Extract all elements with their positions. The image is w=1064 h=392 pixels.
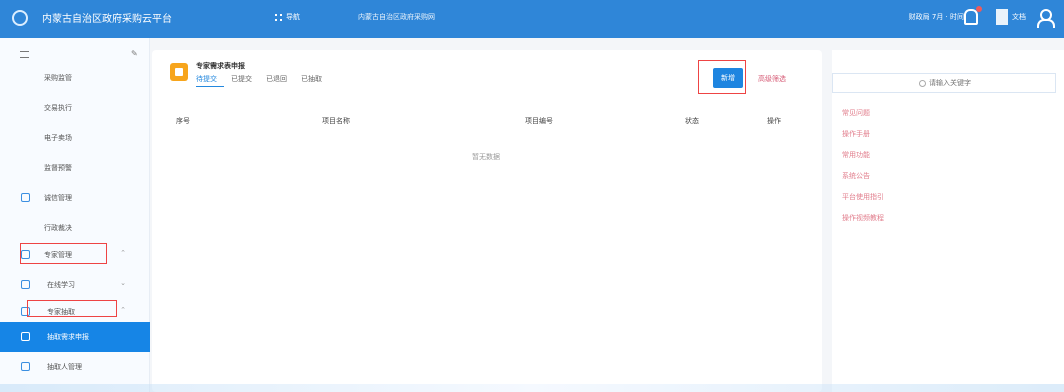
quick-link-item[interactable]: 常用功能 (842, 150, 884, 171)
new-button[interactable]: 新增 (713, 68, 743, 88)
sidebar-item-warning[interactable]: 监督预警 (0, 153, 150, 183)
sidebar-item-label: 电子卖场 (44, 134, 72, 142)
sidebar-item-procurement[interactable]: 采购监管 (0, 63, 150, 93)
column-project-name: 项目名称 (322, 117, 350, 125)
right-panel: 常见问题 操作手册 常用功能 系统公告 平台使用指引 操作视频教程 (832, 50, 1064, 392)
tab-pending[interactable]: 待提交 (196, 74, 217, 84)
sidebar-item-demand-declaration[interactable]: 抽取需求申报 (0, 322, 150, 352)
sidebar-item-label: 行政裁决 (44, 224, 72, 232)
column-status: 状态 (685, 117, 699, 125)
quick-link-item[interactable]: 系统公告 (842, 171, 884, 192)
quick-link-item[interactable]: 平台使用指引 (842, 192, 884, 213)
search-box (832, 73, 1056, 93)
sidebar-item-online-learning[interactable]: 在线学习 ⌄ (0, 270, 150, 300)
chevron-down-icon: ⌄ (120, 279, 126, 287)
sidebar: ✎ 采购监管 交易执行 电子卖场 监督预警 诚信管理 行政裁决 专家管理 ⌃ 在线… (0, 38, 150, 392)
document-label: 文档 (1012, 13, 1026, 21)
grid-icon (275, 13, 282, 21)
document-icon[interactable] (996, 9, 1008, 25)
sidebar-item-transaction[interactable]: 交易执行 (0, 93, 150, 123)
sidebar-item-label: 抽取人管理 (47, 363, 82, 371)
sidebar-item-label: 交易执行 (44, 104, 72, 112)
chevron-up-icon: ⌃ (120, 306, 126, 314)
annotation-box (27, 300, 117, 317)
menu-icon[interactable] (20, 51, 29, 58)
scan-artifact (0, 384, 1064, 392)
column-actions: 操作 (767, 117, 781, 125)
apps-menu-button[interactable]: 导航 (275, 12, 300, 22)
top-bar: 内蒙古自治区政府采购云平台 导航 内蒙古自治区政府采购网 财政局 7月 · 时间… (0, 0, 1064, 38)
sidebar-item-mall[interactable]: 电子卖场 (0, 123, 150, 153)
sidebar-item-credit[interactable]: 诚信管理 (0, 183, 150, 213)
tab-extracted[interactable]: 已抽取 (301, 74, 322, 84)
credit-icon (21, 193, 30, 202)
quick-link-item[interactable]: 操作视频教程 (842, 213, 884, 234)
user-avatar-icon[interactable] (1037, 9, 1055, 28)
region-link[interactable]: 内蒙古自治区政府采购网 (358, 12, 435, 22)
user-info: 财政局 7月 · 时间 (908, 13, 964, 21)
table-header: 序号 项目名称 项目编号 状态 操作 (172, 112, 802, 130)
pin-icon[interactable]: ✎ (131, 49, 138, 58)
annotation-box (20, 243, 107, 264)
notification-bell-icon[interactable] (964, 9, 978, 25)
platform-logo-icon (12, 10, 28, 26)
sidebar-item-label: 在线学习 (47, 281, 75, 289)
person-icon (21, 362, 30, 371)
empty-state-text: 暂无数据 (472, 153, 500, 161)
tab-submitted[interactable]: 已提交 (231, 74, 252, 84)
sidebar-item-label: 采购监管 (44, 74, 72, 82)
sidebar-item-label: 监督预警 (44, 164, 72, 172)
folder-icon (170, 63, 188, 81)
column-index: 序号 (176, 117, 190, 125)
sidebar-item-ruling[interactable]: 行政裁决 (0, 213, 150, 243)
chevron-up-icon: ⌃ (120, 249, 126, 257)
apps-menu-label: 导航 (286, 13, 300, 21)
quick-link-item[interactable]: 常见问题 (842, 108, 884, 129)
declaration-icon (21, 332, 30, 341)
sidebar-item-label: 诚信管理 (44, 194, 72, 202)
active-tab-indicator (196, 86, 224, 87)
quick-links: 常见问题 操作手册 常用功能 系统公告 平台使用指引 操作视频教程 (842, 108, 884, 234)
search-input[interactable] (833, 74, 1055, 92)
column-project-number: 项目编号 (525, 117, 553, 125)
main-content-card: 专家需求表申报 待提交 已提交 已退回 已抽取 新增 高级筛选 序号 项目名称 … (152, 50, 822, 392)
advanced-filter-link[interactable]: 高级筛选 (758, 74, 786, 84)
notification-badge (976, 6, 982, 12)
learning-icon (21, 280, 30, 289)
quick-link-item[interactable]: 操作手册 (842, 129, 884, 150)
status-tabs: 待提交 已提交 已退回 已抽取 (196, 74, 322, 84)
page-title: 专家需求表申报 (196, 62, 245, 70)
tab-returned[interactable]: 已退回 (266, 74, 287, 84)
app-title: 内蒙古自治区政府采购云平台 (42, 14, 172, 25)
sidebar-item-label: 抽取需求申报 (47, 333, 89, 341)
sidebar-item-extractor-management[interactable]: 抽取人管理 (0, 352, 150, 382)
